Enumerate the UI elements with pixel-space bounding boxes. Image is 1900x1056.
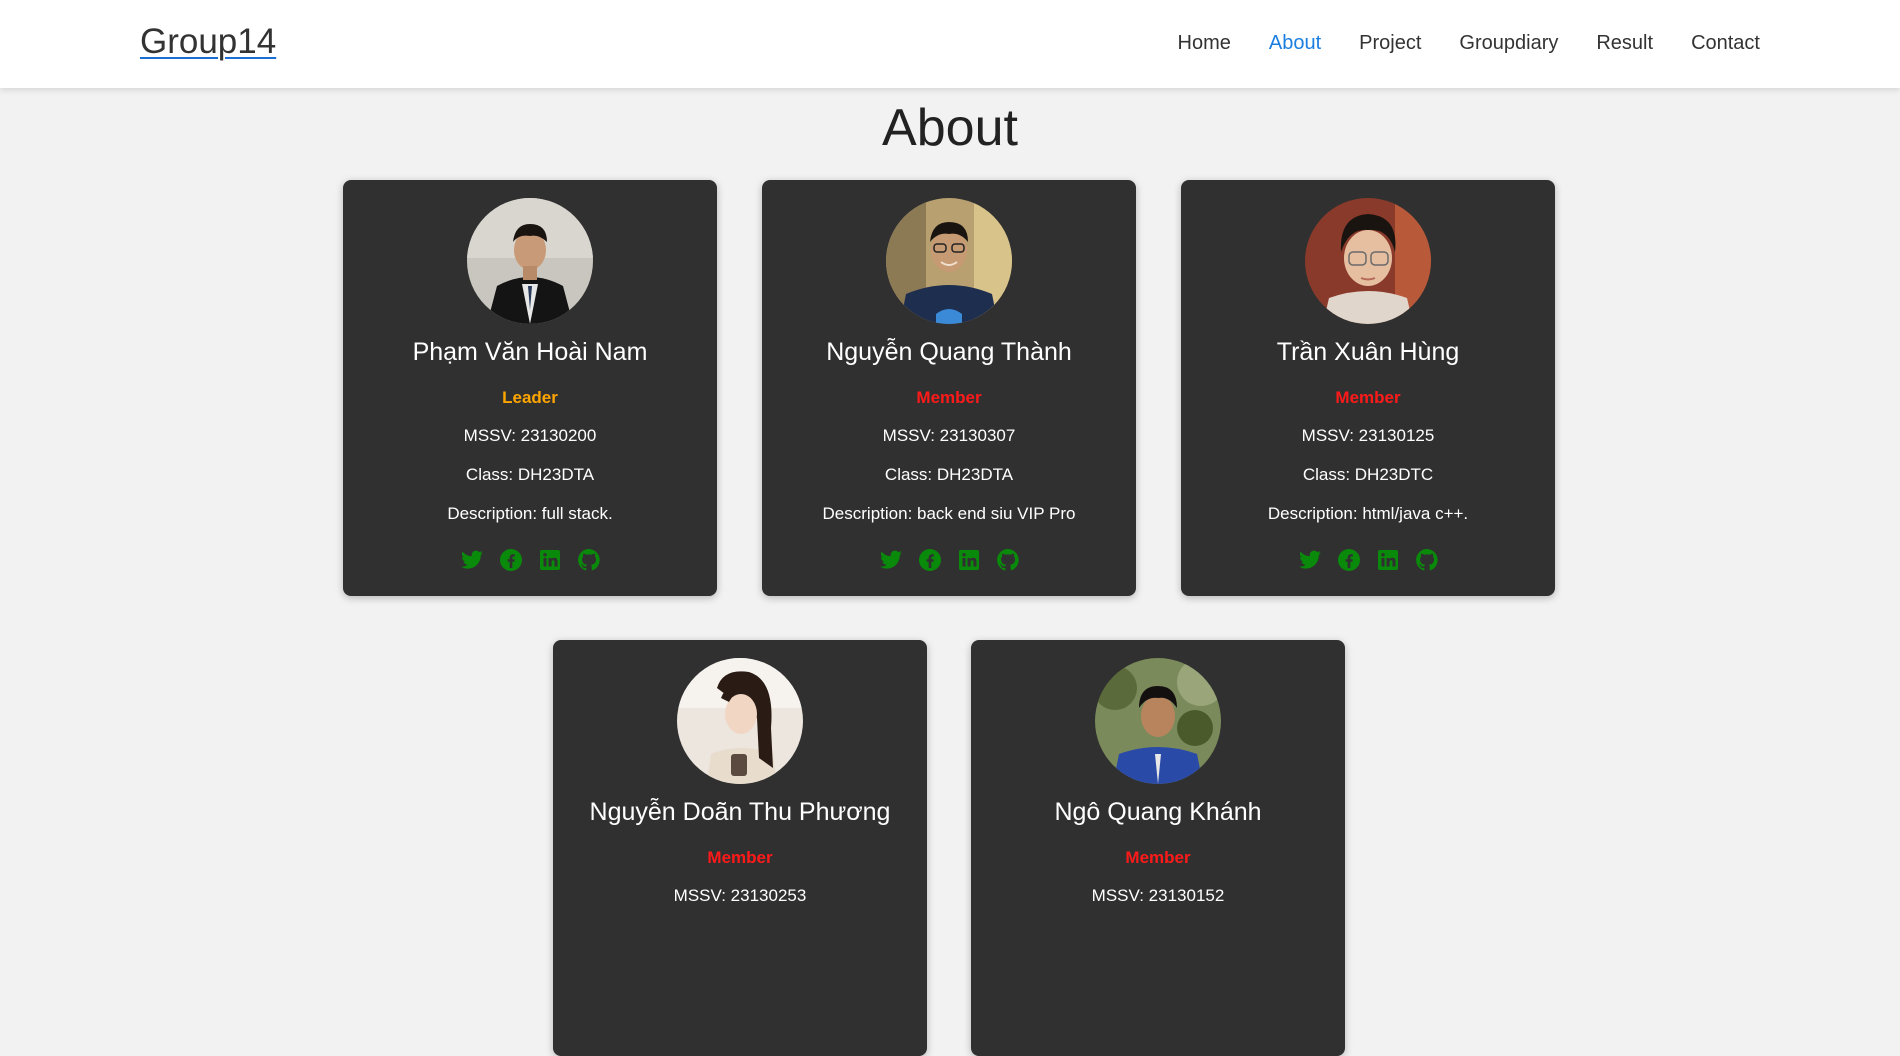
nav-result[interactable]: Result [1596, 32, 1653, 55]
linkedin-icon[interactable] [538, 548, 562, 572]
nav-menu: Home About Project Groupdiary Result Con… [1140, 32, 1760, 55]
member-description: Description: back end siu VIP Pro [822, 504, 1076, 523]
member-class: Class: DH23DTC [1302, 465, 1434, 484]
member-card: Phạm Văn Hoài Nam Leader MSSV: 23130200 … [343, 180, 717, 596]
member-name: Phạm Văn Hoài Nam [412, 338, 648, 366]
github-icon[interactable] [577, 548, 601, 572]
member-name: Trần Xuân Hùng [1276, 338, 1460, 366]
social-links [762, 548, 1136, 572]
member-card: Trần Xuân Hùng Member MSSV: 23130125 Cla… [1181, 180, 1555, 596]
nav-home[interactable]: Home [1178, 32, 1231, 55]
nav-about[interactable]: About [1269, 32, 1321, 55]
member-description: Description: html/java c++. [1267, 504, 1469, 523]
member-role: Member [1125, 848, 1191, 867]
brand-logo-link[interactable]: Group14 [140, 22, 276, 62]
twitter-icon[interactable] [460, 548, 484, 572]
member-role: Member [1335, 388, 1401, 407]
member-mssv: MSSV: 23130125 [1301, 426, 1435, 445]
member-mssv: MSSV: 23130152 [1091, 886, 1225, 905]
member-name: Nguyễn Quang Thành [826, 338, 1072, 366]
nav-groupdiary[interactable]: Groupdiary [1459, 32, 1558, 55]
member-role: Member [916, 388, 982, 407]
avatar [1095, 658, 1221, 784]
member-card: Ngô Quang Khánh Member MSSV: 23130152 [971, 640, 1345, 1056]
avatar [677, 658, 803, 784]
member-role: Member [707, 848, 773, 867]
avatar [886, 198, 1012, 324]
social-links [343, 548, 717, 572]
avatar [467, 198, 593, 324]
member-name: Ngô Quang Khánh [1054, 798, 1262, 826]
facebook-icon[interactable] [918, 548, 942, 572]
member-mssv: MSSV: 23130200 [463, 426, 597, 445]
member-class: Class: DH23DTA [465, 465, 595, 484]
member-card: Nguyễn Quang Thành Member MSSV: 23130307… [762, 180, 1136, 596]
member-description: Description: full stack. [447, 504, 613, 523]
github-icon[interactable] [996, 548, 1020, 572]
member-name: Nguyễn Doãn Thu Phương [589, 798, 891, 826]
member-class: Class: DH23DTA [884, 465, 1014, 484]
linkedin-icon[interactable] [1376, 548, 1400, 572]
twitter-icon[interactable] [879, 548, 903, 572]
facebook-icon[interactable] [1337, 548, 1361, 572]
facebook-icon[interactable] [499, 548, 523, 572]
nav-contact[interactable]: Contact [1691, 32, 1760, 55]
member-mssv: MSSV: 23130253 [673, 886, 807, 905]
linkedin-icon[interactable] [957, 548, 981, 572]
nav-project[interactable]: Project [1359, 32, 1421, 55]
member-role: Leader [502, 388, 558, 407]
avatar [1305, 198, 1431, 324]
page-title: About [882, 99, 1018, 157]
member-mssv: MSSV: 23130307 [882, 426, 1016, 445]
twitter-icon[interactable] [1298, 548, 1322, 572]
social-links [1181, 548, 1555, 572]
member-card: Nguyễn Doãn Thu Phương Member MSSV: 2313… [553, 640, 927, 1056]
navbar: Group14 Home About Project Groupdiary Re… [0, 0, 1900, 88]
github-icon[interactable] [1415, 548, 1439, 572]
